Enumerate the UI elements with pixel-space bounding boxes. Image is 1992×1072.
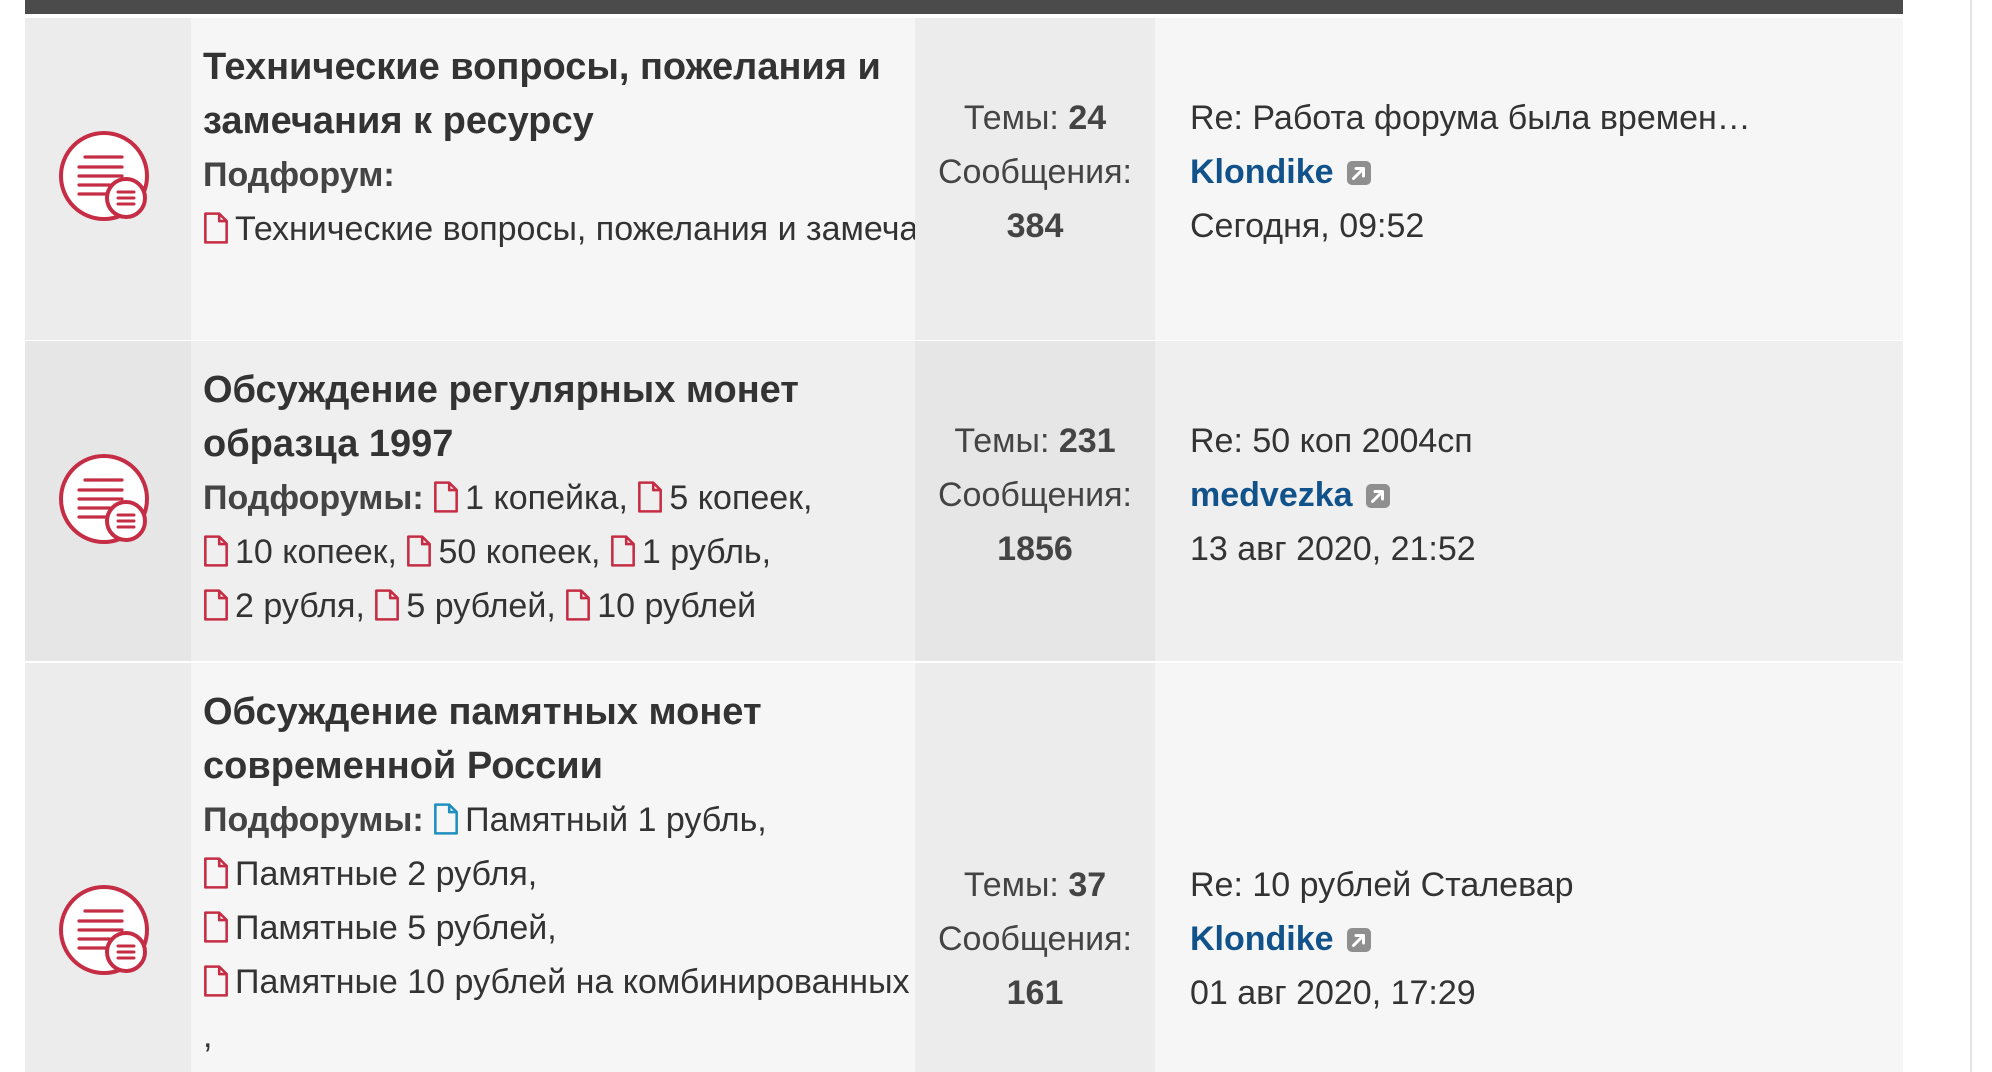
subforum-link[interactable]: Памятные 5 рублей,: [203, 909, 557, 947]
subforum-link[interactable]: 5 копеек,: [637, 479, 813, 517]
goto-post-icon[interactable]: [1346, 927, 1372, 953]
last-post-time: 01 авг 2020, 17:29: [1190, 974, 1476, 1012]
document-icon: [203, 535, 229, 567]
last-post-author-link[interactable]: medvezka: [1190, 476, 1353, 514]
last-post-author-link[interactable]: Klondike: [1190, 153, 1334, 191]
subforum-link-label: 5 рублей,: [406, 587, 556, 625]
subforum-link[interactable]: 10 рублей: [565, 587, 756, 625]
subforum-link-label: Памятный 1 рубль,: [465, 801, 767, 839]
forum-row: Обсуждение памятных монет современной Ро…: [25, 663, 1903, 1072]
topics-value: 231: [1058, 422, 1116, 460]
subforum-link[interactable]: 2 рубля,: [203, 587, 365, 625]
document-icon: [374, 589, 400, 621]
last-post-cell: Re: Работа форума была времен… Klondike …: [1155, 18, 1903, 340]
subforum-link-label: 50 копеек,: [438, 533, 601, 571]
posts-label: Сообщения:: [938, 920, 1132, 958]
forum-read-icon: [58, 130, 154, 226]
posts-label: Сообщения:: [938, 476, 1132, 514]
topics-label: Темы:: [963, 99, 1059, 137]
posts-value: 384: [1006, 207, 1064, 245]
forum-stats-cell: Темы: 24 Сообщения: 384: [915, 18, 1155, 340]
forum-stats-cell: Темы: 231 Сообщения: 1856: [915, 341, 1155, 661]
last-post-cell: Re: 50 коп 2004сп medvezka 13 авг 2020, …: [1155, 341, 1903, 661]
document-icon: [610, 535, 636, 567]
last-post-title-link[interactable]: Re: 50 коп 2004сп: [1190, 422, 1473, 460]
last-post-title-link[interactable]: Re: Работа форума была времен…: [1190, 99, 1751, 137]
forum-icon-cell: [25, 663, 191, 1072]
subforum-separator: ,: [203, 1017, 213, 1055]
last-post-time: 13 авг 2020, 21:52: [1190, 530, 1476, 568]
posts-value: 161: [1006, 974, 1064, 1012]
forum-read-icon: [58, 453, 154, 549]
subforum-link-label: Памятные 2 рубля,: [235, 855, 538, 893]
forum-title-link[interactable]: Обсуждение регулярных монет образца 1997: [203, 363, 903, 471]
subforum-link-label: Памятные 5 рублей,: [235, 909, 557, 947]
topics-value: 37: [1068, 866, 1107, 904]
forum-row: Технические вопросы, пожелания и замечан…: [25, 18, 1903, 340]
subforum-link[interactable]: 10 копеек,: [203, 533, 397, 571]
document-icon: [203, 212, 229, 244]
document-icon: [433, 803, 459, 835]
subforum-link[interactable]: 1 рубль,: [610, 533, 771, 571]
document-icon: [203, 911, 229, 943]
goto-post-icon[interactable]: [1365, 483, 1391, 509]
subforum-label: Подфорумы:: [203, 479, 424, 517]
document-icon: [433, 481, 459, 513]
subforum-link-label: 10 рублей: [597, 587, 757, 625]
document-icon: [565, 589, 591, 621]
subforum-link-label: 1 рубль,: [641, 533, 772, 571]
topics-count: Темы: 24: [915, 91, 1155, 145]
subforum-label: Подфорум:: [203, 156, 395, 194]
topics-label: Темы:: [963, 866, 1059, 904]
goto-post-icon[interactable]: [1346, 160, 1372, 186]
page-scrollbar[interactable]: [1966, 0, 1992, 1072]
posts-value: 1856: [997, 530, 1073, 568]
forum-info-cell: Технические вопросы, пожелания и замечан…: [191, 18, 1131, 340]
subforum-list: Подфорумы: 1 копейка, 5 копеек, 10 копее…: [203, 471, 915, 633]
forum-info-cell: Обсуждение регулярных монет образца 1997…: [191, 341, 915, 661]
forum-row: Обсуждение регулярных монет образца 1997…: [25, 341, 1903, 661]
topics-value: 24: [1068, 99, 1107, 137]
document-icon: [203, 857, 229, 889]
subforum-link-label: 1 копейка,: [465, 479, 628, 517]
subforum-list: Подфорум: Технические вопросы, пожелания…: [203, 148, 1131, 256]
subforum-list: Подфорумы: Памятный 1 рубль, Памятные 2 …: [203, 793, 1087, 1063]
subforum-link[interactable]: 1 копейка,: [433, 479, 628, 517]
last-post-cell: Re: 10 рублей Сталевар Klondike 01 авг 2…: [1155, 663, 1903, 1072]
subforum-link[interactable]: 5 рублей,: [374, 587, 556, 625]
forum-stats-cell: Темы: 37 Сообщения: 161: [915, 663, 1155, 1072]
last-post-author-link[interactable]: Klondike: [1190, 920, 1334, 958]
subforum-link-label: 2 рубля,: [235, 587, 365, 625]
forum-icon-cell: [25, 341, 191, 661]
posts-label: Сообщения:: [938, 153, 1132, 191]
document-icon: [203, 965, 229, 997]
topics-count: Темы: 231: [915, 414, 1155, 468]
forum-read-icon: [58, 884, 154, 980]
subforum-link[interactable]: Памятные 2 рубля,: [203, 855, 537, 893]
forum-title-link[interactable]: Технические вопросы, пожелания и замечан…: [203, 40, 903, 148]
forum-list-header-bar: [25, 0, 1903, 14]
topics-count: Темы: 37: [915, 858, 1155, 912]
topics-label: Темы:: [954, 422, 1050, 460]
forum-title-link[interactable]: Обсуждение памятных монет современной Ро…: [203, 685, 903, 793]
forum-info-cell: Обсуждение памятных монет современной Ро…: [191, 663, 1087, 1072]
forum-icon-cell: [25, 18, 191, 340]
document-icon: [203, 589, 229, 621]
last-post-title-link[interactable]: Re: 10 рублей Сталевар: [1190, 866, 1574, 904]
subforum-label: Подфорумы:: [203, 801, 424, 839]
last-post-time: Сегодня, 09:52: [1190, 207, 1425, 245]
subforum-link-label: 5 копеек,: [669, 479, 813, 517]
subforum-link-label: 10 копеек,: [235, 533, 397, 571]
subforum-link[interactable]: Памятный 1 рубль,: [433, 801, 767, 839]
subforum-link[interactable]: 50 копеек,: [406, 533, 600, 571]
document-icon: [637, 481, 663, 513]
document-icon: [406, 535, 432, 567]
